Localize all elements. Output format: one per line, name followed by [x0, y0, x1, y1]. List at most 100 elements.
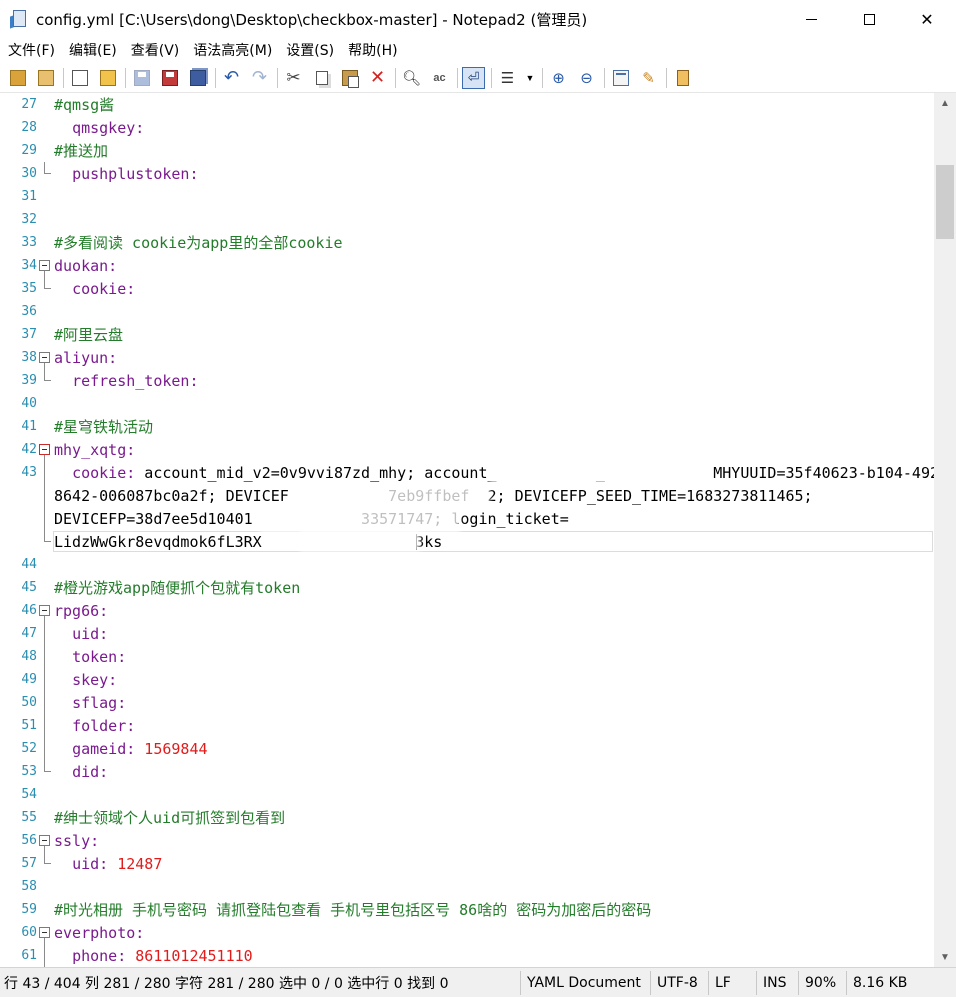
yaml-comment: #绅士领域个人uid可抓签到包看到: [54, 809, 286, 827]
zoom-out-button[interactable]: ⊖: [575, 67, 598, 89]
code-line[interactable]: 60 everphoto:: [0, 921, 934, 944]
find-button[interactable]: 🔍︎: [400, 67, 423, 89]
line-number: 34: [21, 258, 37, 273]
code-line[interactable]: 27 #qmsg酱: [0, 93, 934, 116]
menu-file[interactable]: 文件(F): [0, 40, 62, 60]
scroll-down-button[interactable]: ▼: [934, 947, 956, 967]
code-line[interactable]: 44: [0, 553, 934, 576]
open-file-button[interactable]: [96, 67, 119, 89]
code-line[interactable]: 57 uid: 12487: [0, 852, 934, 875]
code-line[interactable]: 28 qmsgkey:: [0, 116, 934, 139]
code-line[interactable]: 35 cookie:: [0, 277, 934, 300]
replace-icon: ac: [433, 71, 446, 84]
menu-settings[interactable]: 设置(S): [279, 40, 341, 60]
word-wrap-button[interactable]: ⏎: [462, 66, 485, 89]
code-line[interactable]: 33 #多看阅读 cookie为app里的全部cookie: [0, 231, 934, 254]
vertical-scrollbar[interactable]: ▲ ▼: [934, 93, 956, 967]
notepad2-app-icon[interactable]: [10, 9, 30, 29]
code-line[interactable]: 31: [0, 185, 934, 208]
menu-view[interactable]: 查看(V): [124, 40, 187, 60]
code-line[interactable]: 49 skey:: [0, 668, 934, 691]
code-line[interactable]: DEVICEFP=38d7ee5d10401 33571747; login_t…: [0, 507, 934, 530]
code-line[interactable]: 53 did:: [0, 760, 934, 783]
scheme-button[interactable]: [609, 67, 632, 89]
yaml-comment: #时光相册 手机号密码 请抓登陆包查看 手机号里包括区号 86啥的 密码为加密后…: [54, 901, 652, 919]
code-line[interactable]: 61 phone: 8611012451110: [0, 944, 934, 967]
delete-button[interactable]: ✕: [366, 67, 389, 89]
title-bar: config.yml [C:\Users\dong\Desktop\checkb…: [0, 0, 956, 38]
fold-collapse-icon[interactable]: [38, 599, 52, 622]
code-line[interactable]: 50 sflag:: [0, 691, 934, 714]
code-line[interactable]: 58: [0, 875, 934, 898]
list-button[interactable]: ☰: [496, 67, 519, 89]
code-line[interactable]: 34 duokan:: [0, 254, 934, 277]
yaml-key: token:: [72, 647, 127, 666]
fold-collapse-icon[interactable]: [38, 346, 52, 369]
copy-button[interactable]: [310, 67, 333, 89]
save-copy-button[interactable]: [186, 67, 209, 89]
code-line[interactable]: 54: [0, 783, 934, 806]
find-file-button[interactable]: [34, 67, 57, 89]
code-text: uid:: [54, 625, 108, 643]
status-insert-mode[interactable]: INS: [756, 970, 798, 995]
code-line[interactable]: 39 refresh_token:: [0, 369, 934, 392]
fold-collapse-icon[interactable]: [38, 921, 52, 944]
code-text: gameid: 1569844: [54, 740, 207, 758]
menu-edit[interactable]: 编辑(E): [62, 40, 124, 60]
code-line[interactable]: 40: [0, 392, 934, 415]
cut-button[interactable]: ✂: [282, 67, 305, 89]
code-line[interactable]: 43 cookie: account_mid_v2=0v9vvi87zd_mhy…: [0, 461, 934, 484]
code-line[interactable]: 55 #绅士领域个人uid可抓签到包看到: [0, 806, 934, 829]
dropdown-button[interactable]: ▼: [524, 67, 536, 89]
scroll-up-button[interactable]: ▲: [934, 93, 956, 113]
menu-syntax[interactable]: 语法高亮(M): [186, 40, 279, 60]
code-line[interactable]: 56 ssly:: [0, 829, 934, 852]
toolbar-separator: [457, 67, 458, 88]
save-as-button[interactable]: [158, 67, 181, 89]
zoom-in-button[interactable]: ⊕: [547, 67, 570, 89]
redo-button[interactable]: ↷: [248, 67, 271, 89]
code-line[interactable]: 36: [0, 300, 934, 323]
status-zoom[interactable]: 90%: [798, 970, 846, 995]
replace-button[interactable]: ac: [428, 67, 451, 89]
minimize-button[interactable]: [782, 0, 840, 38]
code-text: #qmsg酱: [54, 94, 114, 115]
exit-button[interactable]: [671, 67, 694, 89]
code-line[interactable]: 41 #星穹铁轨活动: [0, 415, 934, 438]
code-line[interactable]: 45 #橙光游戏app随便抓个包就有token: [0, 576, 934, 599]
code-line[interactable]: 59 #时光相册 手机号密码 请抓登陆包查看 手机号里包括区号 86啥的 密码为加…: [0, 898, 934, 921]
settings-button[interactable]: ✎: [637, 67, 660, 89]
line-number: 44: [21, 557, 37, 572]
line-number: 27: [21, 97, 37, 112]
menu-help[interactable]: 帮助(H): [341, 40, 404, 60]
text-editor[interactable]: 27 #qmsg酱 28 qmsgkey: 29 #推送加 30 pushplustoke…: [0, 93, 934, 967]
save-button[interactable]: [130, 67, 153, 89]
fold-collapse-icon[interactable]: [38, 829, 52, 852]
browse-button[interactable]: [6, 67, 29, 89]
code-line[interactable]: 38 aliyun:: [0, 346, 934, 369]
code-text: #星穹铁轨活动: [54, 416, 153, 437]
code-line[interactable]: 29 #推送加: [0, 139, 934, 162]
new-file-button[interactable]: [68, 67, 91, 89]
code-line[interactable]: 52 gameid: 1569844: [0, 737, 934, 760]
status-encoding[interactable]: UTF-8: [650, 970, 708, 995]
code-line[interactable]: 37 #阿里云盘: [0, 323, 934, 346]
status-eol[interactable]: LF: [708, 970, 756, 995]
code-line[interactable]: 47 uid:: [0, 622, 934, 645]
scrollbar-thumb[interactable]: [936, 165, 954, 239]
code-line[interactable]: 30 pushplustoken:: [0, 162, 934, 185]
close-button[interactable]: ✕: [898, 0, 956, 38]
code-line[interactable]: 32: [0, 208, 934, 231]
maximize-button[interactable]: [840, 0, 898, 38]
fold-collapse-icon[interactable]: [38, 438, 52, 461]
toolbar-separator: [666, 67, 667, 88]
code-line[interactable]: 46 rpg66:: [0, 599, 934, 622]
code-line[interactable]: 48 token:: [0, 645, 934, 668]
code-text: cookie:: [54, 280, 135, 298]
fold-collapse-icon[interactable]: [38, 254, 52, 277]
code-line[interactable]: 51 folder:: [0, 714, 934, 737]
paste-button[interactable]: [338, 67, 361, 89]
undo-button[interactable]: ↶: [220, 67, 243, 89]
code-line[interactable]: 42 mhy_xqtg:: [0, 438, 934, 461]
status-lexer[interactable]: YAML Document: [520, 970, 650, 995]
